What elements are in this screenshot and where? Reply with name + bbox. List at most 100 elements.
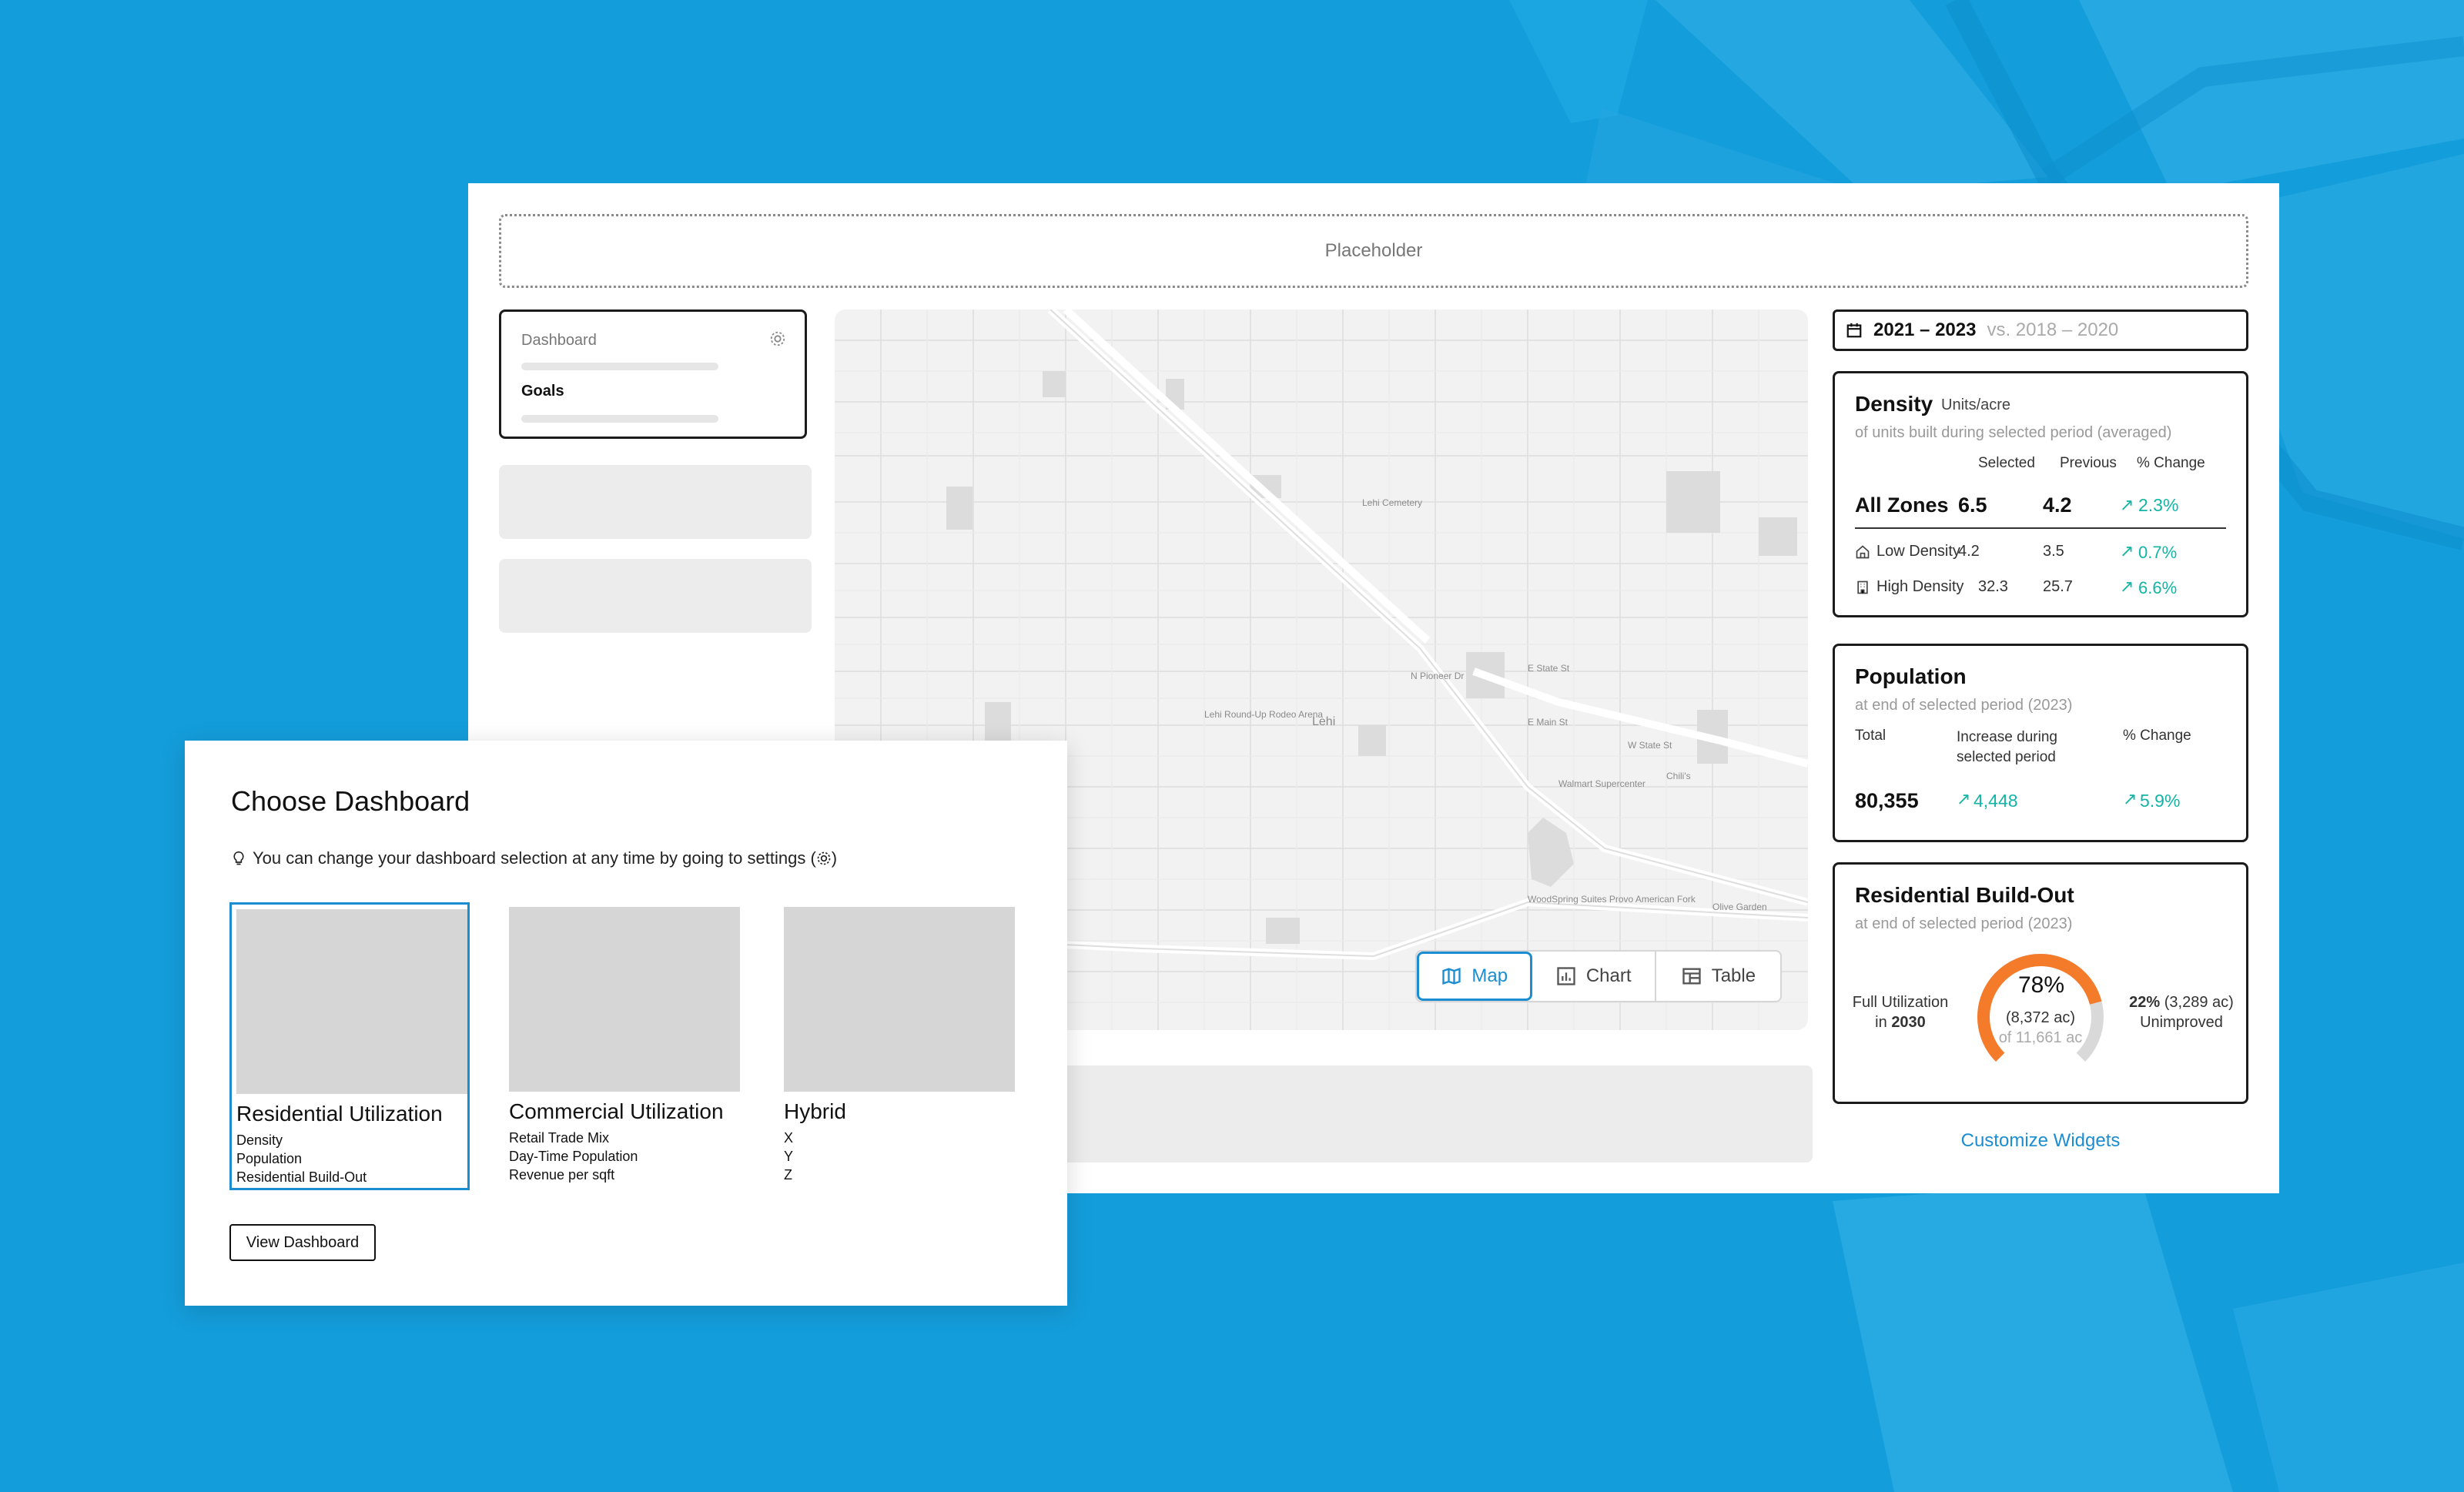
- calendar-icon: [1846, 323, 1862, 338]
- density-high-previous: 25.7: [2043, 578, 2073, 595]
- option-item: Revenue per sqft: [509, 1167, 615, 1183]
- view-table-label: Table: [1711, 965, 1756, 986]
- view-map-label: Map: [1471, 965, 1508, 986]
- population-total: 80,355: [1855, 789, 1919, 812]
- population-change: 5.9%: [2140, 791, 2181, 811]
- buildout-unimproved: 22% (3,289 ac) Unimproved: [2114, 992, 2249, 1032]
- option-item: Retail Trade Mix: [509, 1130, 610, 1146]
- trend-up-icon: ↗: [2120, 541, 2134, 560]
- chart-icon: [1557, 967, 1575, 985]
- buildout-subtitle: at end of selected period (2023): [1855, 915, 2073, 932]
- placeholder-banner: Placeholder: [499, 214, 2248, 288]
- density-all-zones-selected: 6.5: [1958, 493, 1987, 517]
- density-title: Density: [1855, 392, 1933, 416]
- density-widget: Density Units/acre of units built during…: [1833, 371, 2248, 617]
- option-item: Population: [236, 1151, 303, 1166]
- trend-up-icon: ↗: [2120, 495, 2134, 514]
- buildout-widget: Residential Build-Out at end of selected…: [1833, 862, 2248, 1104]
- density-low-previous: 3.5: [2043, 543, 2064, 560]
- map-label-state-st-west: W State St: [1628, 740, 1672, 751]
- view-toggle: Map Chart Table: [1415, 950, 1782, 1002]
- option-item: Y: [784, 1149, 794, 1164]
- sidebar-placeholder: [499, 559, 812, 633]
- option-items: Retail Trade Mix Day-Time Population Rev…: [509, 1129, 638, 1184]
- dialog-hint: You can change your dashboard selection …: [231, 848, 837, 868]
- density-col-change: % Change: [2137, 455, 2205, 471]
- population-widget: Population at end of selected period (20…: [1833, 644, 2248, 842]
- view-dashboard-button[interactable]: View Dashboard: [229, 1224, 376, 1261]
- option-item: Z: [784, 1167, 792, 1183]
- map-label-woodspring: WoodSpring Suites Provo American Fork: [1528, 894, 1696, 905]
- gear-icon: [817, 851, 831, 865]
- buildout-right-percent: 22%: [2129, 994, 2161, 1011]
- density-low-label: Low Density: [1876, 543, 1960, 560]
- population-title: Population: [1855, 664, 1967, 688]
- lightbulb-icon: [233, 851, 244, 865]
- dashboard-nav-card[interactable]: Dashboard Goals: [499, 309, 807, 439]
- population-subtitle: at end of selected period (2023): [1855, 697, 2073, 714]
- buildout-full-utilization: Full Utilization in 2030: [1843, 992, 1958, 1032]
- buildout-left-year: 2030: [1891, 1014, 1926, 1031]
- option-item: Day-Time Population: [509, 1149, 638, 1164]
- skeleton-line: [521, 363, 718, 370]
- population-increase: 4,448: [1974, 791, 2018, 811]
- buildout-acres: (8,372 ac): [2005, 1009, 2076, 1026]
- dashboard-option-commercial[interactable]: Commercial Utilization Retail Trade Mix …: [504, 902, 745, 1190]
- skeleton-line: [521, 415, 718, 423]
- density-all-zones-label: All Zones: [1855, 493, 1949, 517]
- option-thumbnail: [236, 909, 467, 1094]
- view-table-button[interactable]: Table: [1656, 952, 1780, 1001]
- option-thumbnail: [509, 907, 740, 1092]
- density-all-zones-change: 2.3%: [2138, 495, 2179, 515]
- option-items: Density Population Residential Build-Out: [236, 1131, 367, 1186]
- trend-up-icon: ↗: [2123, 789, 2138, 808]
- buildout-right-acres: (3,289 ac): [2164, 994, 2234, 1011]
- map-label-state-st-east: E State St: [1528, 663, 1570, 674]
- population-col-increase: Increase during selected period: [1957, 729, 2057, 765]
- buildout-left-label: Full Utilization: [1852, 994, 1949, 1011]
- density-high-label: High Density: [1876, 578, 1964, 595]
- option-title: Hybrid: [784, 1099, 846, 1123]
- option-item: Residential Build-Out: [236, 1169, 367, 1185]
- option-item: Density: [236, 1132, 283, 1148]
- view-map-button[interactable]: Map: [1417, 952, 1532, 1001]
- density-all-zones-previous: 4.2: [2043, 493, 2072, 517]
- option-title: Residential Utilization: [236, 1102, 443, 1126]
- map-label-walmart: Walmart Supercenter: [1558, 778, 1645, 789]
- sidebar-placeholder: [499, 465, 812, 539]
- buildout-total-acres: of 11,661 ac: [1998, 1029, 2083, 1046]
- view-chart-button[interactable]: Chart: [1532, 952, 1656, 1001]
- table-icon: [1682, 968, 1701, 985]
- dashboard-option-hybrid[interactable]: Hybrid X Y Z: [779, 902, 1019, 1190]
- density-subtitle: of units built during selected period (a…: [1855, 424, 2172, 441]
- density-col-previous: Previous: [2060, 455, 2117, 471]
- buildout-title: Residential Build-Out: [1855, 883, 2074, 907]
- buildout-left-in: in: [1875, 1014, 1887, 1031]
- map-label-pioneer-dr: N Pioneer Dr: [1411, 671, 1464, 681]
- choose-dashboard-dialog: Choose Dashboard You can change your das…: [185, 741, 1067, 1306]
- house-icon: [1856, 545, 1870, 559]
- map-label-main-st: E Main St: [1528, 717, 1568, 728]
- customize-widgets-link[interactable]: Customize Widgets: [1833, 1130, 2248, 1152]
- density-low-selected: 4.2: [1958, 543, 1980, 560]
- dashboard-option-residential[interactable]: Residential Utilization Density Populati…: [229, 902, 470, 1190]
- gear-icon[interactable]: [769, 330, 786, 347]
- map-label-arena: Lehi Round-Up Rodeo Arena: [1204, 709, 1323, 720]
- goals-label[interactable]: Goals: [521, 383, 564, 400]
- density-low-change: 0.7%: [2138, 543, 2178, 562]
- buildout-percent: 78%: [2017, 972, 2065, 998]
- option-thumbnail: [784, 907, 1015, 1092]
- map-label-chilis: Chili's: [1666, 771, 1691, 781]
- divider: [1855, 527, 2226, 529]
- density-col-selected: Selected: [1978, 455, 2035, 471]
- date-range-previous: vs. 2018 – 2020: [1987, 319, 2119, 340]
- trend-up-icon: ↗: [2120, 577, 2134, 596]
- date-range-picker[interactable]: 2021 – 2023 vs. 2018 – 2020: [1833, 309, 2248, 351]
- building-icon: [1857, 580, 1868, 594]
- option-item: X: [784, 1130, 794, 1146]
- option-items: X Y Z: [784, 1129, 793, 1184]
- population-col-total: Total: [1855, 728, 1886, 744]
- map-label-olive-garden: Olive Garden: [1712, 902, 1767, 912]
- dialog-hint-end: ): [831, 848, 838, 868]
- option-title: Commercial Utilization: [509, 1099, 724, 1123]
